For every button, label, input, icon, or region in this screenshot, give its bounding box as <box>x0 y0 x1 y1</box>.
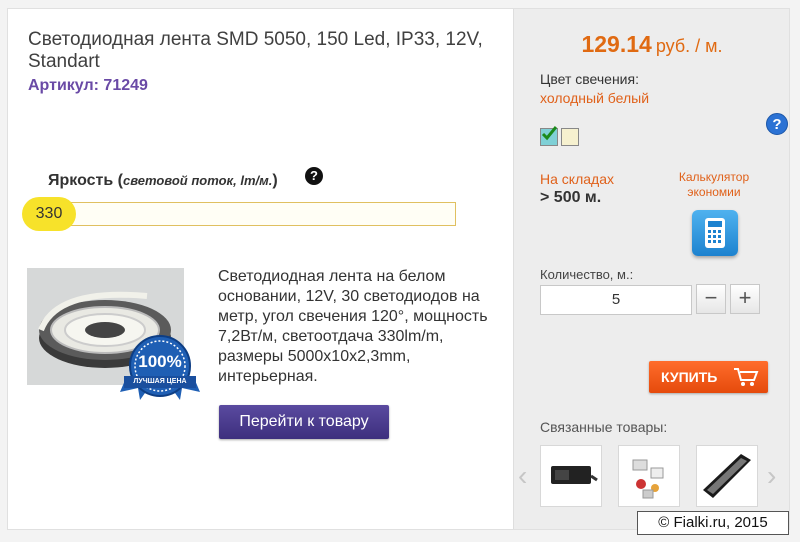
checkmark-icon <box>541 126 557 141</box>
go-to-product-button[interactable]: Перейти к товару <box>219 405 389 439</box>
brightness-label: Яркость (световой поток, lm/м.) <box>48 172 278 190</box>
price: 129.14 руб. / м. <box>514 31 790 58</box>
quantity-increment-button[interactable]: + <box>730 284 760 314</box>
product-sku: Артикул: 71249 <box>28 77 148 94</box>
aluminum-profile-icon <box>703 454 751 498</box>
stock-label: На складах <box>540 171 614 187</box>
product-title: Светодиодная лента SMD 5050, 150 Led, IP… <box>28 29 483 72</box>
calculator-icon <box>705 218 725 248</box>
color-help-icon[interactable]: ? <box>766 113 788 135</box>
related-prev-arrow[interactable]: ‹ <box>518 461 527 491</box>
brightness-value-badge: 330 <box>22 197 76 231</box>
product-description: Светодиодная лента на белом основании, 1… <box>218 268 488 385</box>
price-unit: руб. / м. <box>655 36 723 56</box>
related-product-3[interactable] <box>696 445 758 507</box>
savings-calculator-label[interactable]: Калькулятор экономии <box>672 170 756 200</box>
best-price-percent: 100% <box>138 352 182 371</box>
copyright-watermark: © Fialki.ru, 2015 <box>637 511 789 535</box>
cart-icon <box>734 368 759 386</box>
brightness-label-close: ) <box>272 172 278 189</box>
product-card: Светодиодная лента SMD 5050, 150 Led, IP… <box>7 8 790 530</box>
related-product-1[interactable] <box>540 445 602 507</box>
best-price-badge: 100% ЛУЧШАЯ ЦЕНА <box>120 334 200 404</box>
purchase-panel: 129.14 руб. / м. Цвет свечения: холодный … <box>513 9 789 529</box>
buy-button[interactable]: КУПИТЬ <box>649 361 768 393</box>
buy-button-label: КУПИТЬ <box>661 369 718 385</box>
quantity-input[interactable]: 5 <box>540 285 692 315</box>
color-swatch-cold-white[interactable] <box>540 126 558 146</box>
related-product-2[interactable] <box>618 445 680 507</box>
related-next-arrow[interactable]: › <box>767 461 776 491</box>
glow-color-label: Цвет свечения: <box>540 71 639 87</box>
product-info-panel: Светодиодная лента SMD 5050, 150 Led, IP… <box>8 9 513 529</box>
calculator-button[interactable] <box>692 210 738 256</box>
stock-value: > 500 м. <box>540 189 602 206</box>
power-supply-icon <box>551 466 598 484</box>
brightness-label-unit: световой поток, lm/м. <box>122 173 273 188</box>
connectors-icon <box>632 459 664 499</box>
quantity-label: Количество, м.: <box>540 267 634 282</box>
brightness-help-icon[interactable]: ? <box>305 167 323 185</box>
brightness-label-main: Яркость ( <box>48 172 123 189</box>
related-products-label: Связанные товары: <box>540 419 668 435</box>
glow-color-value: холодный белый <box>540 90 650 106</box>
price-amount: 129.14 <box>581 31 652 57</box>
quantity-decrement-button[interactable]: − <box>696 284 726 314</box>
best-price-text: ЛУЧШАЯ ЦЕНА <box>133 378 187 385</box>
color-swatch-warm-white[interactable] <box>561 128 579 146</box>
brightness-bar <box>48 202 456 226</box>
